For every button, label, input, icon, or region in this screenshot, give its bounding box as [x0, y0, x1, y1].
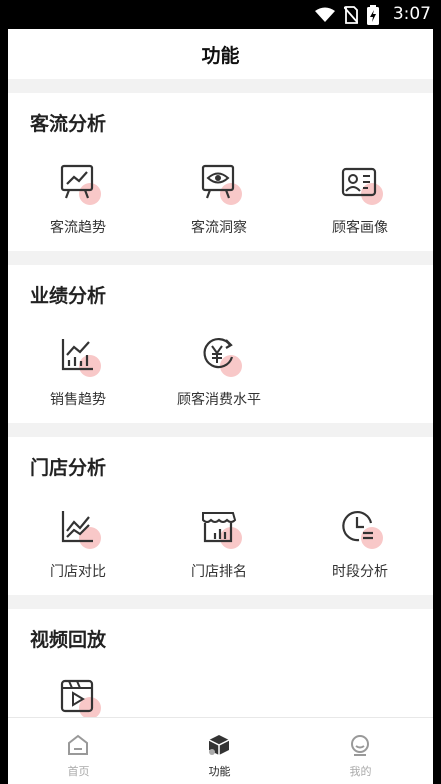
feature-label: 客流洞察: [191, 220, 247, 236]
no-sim-icon: [344, 6, 358, 24]
home-icon: [68, 734, 88, 755]
profile-card-icon: [337, 161, 383, 207]
feature-label: 销售趋势: [50, 392, 106, 408]
yen-cycle-icon: [196, 333, 242, 379]
feature-time-analysis[interactable]: 时段分析: [290, 505, 430, 581]
sales-chart-icon: [55, 333, 101, 379]
bottom-tab-bar: 首页 功能 我的: [8, 717, 433, 784]
section-store-analysis: 门店分析 门店对比 门店排名 时段分析: [8, 437, 433, 595]
tab-mine[interactable]: 我的: [290, 718, 431, 784]
feature-store-ranking[interactable]: 门店排名: [149, 505, 289, 581]
wifi-icon: [315, 7, 335, 22]
trend-board-icon: [55, 161, 101, 207]
feature-sales-trend[interactable]: 销售趋势: [8, 333, 148, 409]
compare-chart-icon: [55, 505, 101, 551]
status-time: 3:07: [392, 4, 431, 24]
feature-label: 顾客画像: [332, 220, 388, 236]
video-play-icon: [55, 675, 101, 721]
tab-functions[interactable]: 功能: [149, 718, 290, 784]
feature-customer-profile[interactable]: 顾客画像: [290, 161, 430, 237]
feature-label: 客流趋势: [50, 220, 106, 236]
feature-label: 门店对比: [50, 564, 106, 580]
section-performance-analysis: 业绩分析 销售趋势 顾客消费水平: [8, 265, 433, 423]
clock-list-icon: [337, 505, 383, 551]
status-bar: 3:07: [8, 0, 433, 29]
feature-traffic-insight[interactable]: 客流洞察: [149, 161, 289, 237]
feature-consumption-level[interactable]: 顾客消费水平: [149, 333, 289, 409]
battery-charging-icon: [367, 5, 379, 25]
feature-label: 门店排名: [191, 564, 247, 580]
section-title: 客流分析: [30, 113, 107, 135]
tab-label: 我的: [349, 765, 372, 778]
feature-label: 时段分析: [332, 564, 388, 580]
section-title: 视频回放: [30, 629, 107, 651]
page-title: 功能: [201, 44, 240, 67]
tab-home[interactable]: 首页: [8, 718, 149, 784]
section-title: 门店分析: [30, 457, 107, 479]
feature-traffic-trend[interactable]: 客流趋势: [8, 161, 148, 237]
feature-label: 顾客消费水平: [177, 392, 261, 408]
feature-store-compare[interactable]: 门店对比: [8, 505, 148, 581]
app-header: 功能: [8, 29, 433, 79]
section-traffic-analysis: 客流分析 客流趋势 客流洞察 顾客画像: [8, 93, 433, 251]
section-title: 业绩分析: [30, 285, 107, 307]
tab-label: 功能: [208, 765, 231, 778]
eye-board-icon: [196, 161, 242, 207]
tab-label: 首页: [67, 765, 90, 778]
cube-icon: [208, 735, 230, 755]
app-screen: 3:07 功能 客流分析 客流趋势 客流洞察 顾客画像 业绩分析 销售趋势 顾客…: [8, 0, 433, 784]
store-rank-icon: [196, 505, 242, 551]
user-face-icon: [351, 735, 369, 756]
section-video-playback: 视频回放: [8, 609, 433, 719]
